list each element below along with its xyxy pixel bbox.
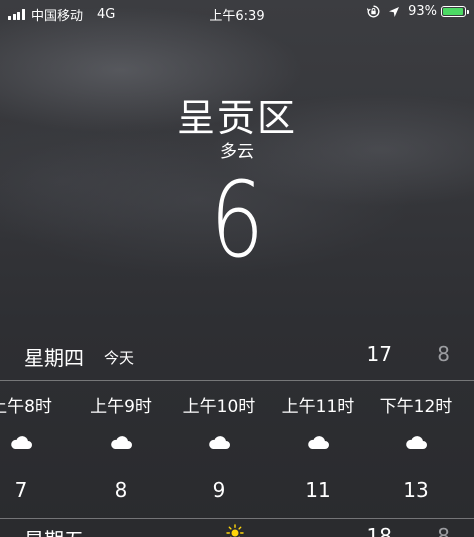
hour-time: 上午8时 [0, 397, 52, 417]
divider [0, 380, 474, 381]
cloud-icon [209, 436, 230, 449]
battery-percent: 93% [408, 4, 437, 19]
city-name: 呈贡区 [176, 96, 297, 140]
cloud-icon [11, 436, 33, 449]
hour-time: 上午10时 [182, 397, 256, 417]
next-day-row: 星期五 18 8 [0, 522, 474, 537]
divider [0, 518, 474, 519]
day-name: 星期五 [24, 524, 84, 537]
hour-temperature: 9 [212, 478, 226, 502]
high-temperature: 18 [366, 524, 392, 537]
hour-time: 上午11时 [281, 397, 355, 417]
hour-temperature: 13 [403, 478, 429, 502]
hour-time: 上午9时 [90, 397, 152, 417]
rotation-lock-icon [367, 5, 380, 18]
low-temperature: 8 [437, 524, 450, 537]
battery-icon [441, 6, 469, 17]
cloud-icon [308, 436, 329, 449]
day-name: 星期四 [24, 346, 84, 370]
hourly-forecast[interactable]: 上午8时 7 上午9时 8 上午10时 9 上午11时 11 下午12时 13 [0, 382, 474, 517]
battery-level-fill [443, 8, 463, 15]
current-temperature: 6 [209, 159, 265, 281]
today-summary-row: 星期四 今天 17 8 [0, 338, 474, 372]
hour-temperature: 11 [305, 478, 331, 502]
high-temperature: 17 [366, 342, 392, 366]
today-label: 今天 [104, 349, 135, 367]
cloud-icon [111, 436, 132, 449]
hour-time: 下午12时 [379, 397, 453, 417]
low-temperature: 8 [437, 342, 450, 366]
status-bar-right: 93% [367, 4, 469, 19]
cloud-icon [406, 436, 427, 449]
hour-temperature: 7 [14, 478, 28, 502]
sun-icon [226, 524, 244, 537]
status-bar: 中国移动 4G 上午6:39 93% [0, 0, 474, 24]
hour-temperature: 8 [114, 478, 128, 502]
location-arrow-icon [388, 6, 400, 18]
